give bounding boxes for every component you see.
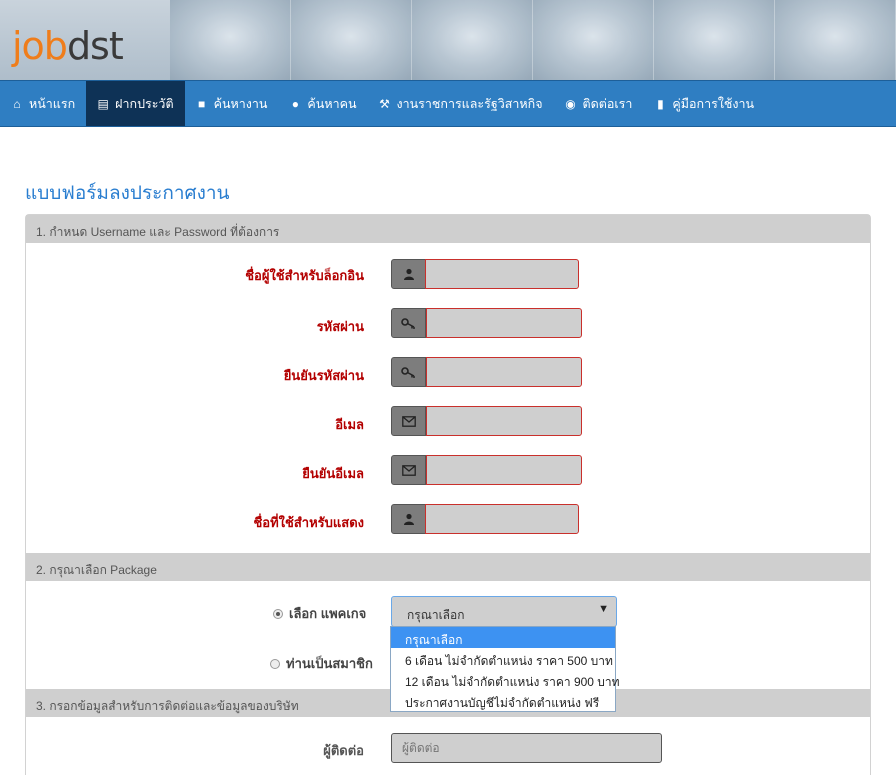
- select-value: กรุณาเลือก: [407, 608, 465, 622]
- briefcase-icon: ■: [197, 96, 206, 111]
- radio-label: เลือก แพคเกจ: [289, 606, 367, 621]
- dropdown-option[interactable]: 12 เดือน ไม่จำกัดตำแหน่ง ราคา 900 บาท: [391, 669, 620, 690]
- radio-label: ท่านเป็นสมาชิก: [286, 656, 373, 671]
- section-header-package: 2. กรุณาเลือก Package: [26, 553, 870, 581]
- radio-select-package[interactable]: เลือก แพคเกจ: [273, 603, 366, 624]
- display-name-input[interactable]: [425, 504, 579, 534]
- page-title: แบบฟอร์มลงประกาศงาน: [25, 183, 230, 204]
- gavel-icon: ⚒: [379, 96, 390, 111]
- nav-item-home[interactable]: ⌂ หน้าแรก: [0, 81, 86, 126]
- home-icon: ⌂: [13, 96, 21, 111]
- nav-label: ค้นหางาน: [213, 96, 268, 111]
- contact-person-input[interactable]: [391, 733, 662, 763]
- nav-label: ค้นหาคน: [307, 96, 357, 111]
- nav-label: คู่มือการใช้งาน: [672, 96, 755, 111]
- contact-person-label: ผู้ติดต่อ: [323, 743, 364, 758]
- logo-text-dst: dst: [66, 24, 124, 68]
- password-label: รหัสผ่าน: [316, 319, 364, 334]
- nav-label: งานราชการและรัฐวิสาหกิจ: [396, 96, 543, 111]
- header-banner: job dst: [0, 0, 896, 81]
- envelope-icon: [391, 406, 426, 436]
- banner-photo: [291, 0, 412, 81]
- package-dropdown-list: กรุณาเลือก 6 เดือน ไม่จำกัดตำแหน่ง ราคา …: [390, 626, 620, 712]
- banner-photo: [170, 0, 291, 81]
- banner-photo: [775, 0, 896, 81]
- radio-existing-member[interactable]: ท่านเป็นสมาชิก: [270, 653, 373, 674]
- password-input[interactable]: [426, 308, 582, 338]
- file-icon: ▤: [97, 96, 109, 111]
- nav-label: ติดต่อเรา: [582, 96, 633, 111]
- package-select[interactable]: กรุณาเลือก ▼: [391, 596, 617, 627]
- nav-item-manual[interactable]: ▮ คู่มือการใช้งาน: [643, 81, 765, 126]
- confirm-email-input[interactable]: [426, 455, 582, 485]
- key-icon: [391, 357, 426, 387]
- nav-item-contact[interactable]: ◉ ติดต่อเรา: [554, 81, 644, 126]
- email-label: อีเมล: [335, 417, 364, 432]
- envelope-icon: [391, 455, 426, 485]
- nav-label: หน้าแรก: [29, 96, 76, 111]
- globe-icon: ◉: [565, 96, 576, 111]
- nav-label: ฝากประวัติ: [115, 96, 174, 111]
- dropdown-option[interactable]: กรุณาเลือก: [391, 627, 615, 648]
- section-header-account: 1. กำหนด Username และ Password ที่ต้องกา…: [26, 215, 870, 243]
- main-nav: ⌂ หน้าแรก ▤ ฝากประวัติ ■ ค้นหางาน ● ค้นห…: [0, 80, 896, 127]
- radio-button[interactable]: [270, 658, 280, 669]
- banner-photo: [654, 0, 775, 81]
- confirm-password-input[interactable]: [426, 357, 582, 387]
- banner-photo: [533, 0, 654, 81]
- nav-item-resume[interactable]: ▤ ฝากประวัติ: [86, 81, 185, 126]
- dropdown-option[interactable]: 6 เดือน ไม่จำกัดตำแหน่ง ราคา 500 บาท: [391, 648, 615, 669]
- logo-text-job: job: [12, 24, 68, 68]
- nav-item-find-job[interactable]: ■ ค้นหางาน: [185, 81, 279, 126]
- user-icon: ●: [291, 96, 300, 111]
- key-icon: [391, 308, 426, 338]
- banner-photo-strip: [170, 0, 896, 81]
- confirm-password-label: ยืนยันรหัสผ่าน: [283, 368, 364, 383]
- display-name-label: ชื่อที่ใช้สำหรับแสดง: [253, 515, 364, 530]
- confirm-email-label: ยืนยันอีเมล: [302, 466, 364, 481]
- site-logo[interactable]: job dst: [12, 17, 124, 68]
- user-icon: [391, 504, 426, 534]
- username-label: ชื่อผู้ใช้สำหรับล็อกอิน: [245, 268, 364, 283]
- username-input[interactable]: [425, 259, 579, 289]
- radio-button[interactable]: [273, 608, 283, 619]
- user-icon: [391, 259, 426, 289]
- nav-item-gov-jobs[interactable]: ⚒ งานราชการและรัฐวิสาหกิจ: [368, 81, 554, 126]
- dropdown-option[interactable]: ประกาศงานบัญชีไม่จำกัดตำแหน่ง ฟรี: [391, 690, 615, 711]
- banner-photo: [412, 0, 533, 81]
- book-icon: ▮: [657, 96, 664, 111]
- caret-down-icon: ▼: [598, 603, 609, 615]
- email-input[interactable]: [426, 406, 582, 436]
- nav-item-find-people[interactable]: ● ค้นหาคน: [278, 81, 367, 126]
